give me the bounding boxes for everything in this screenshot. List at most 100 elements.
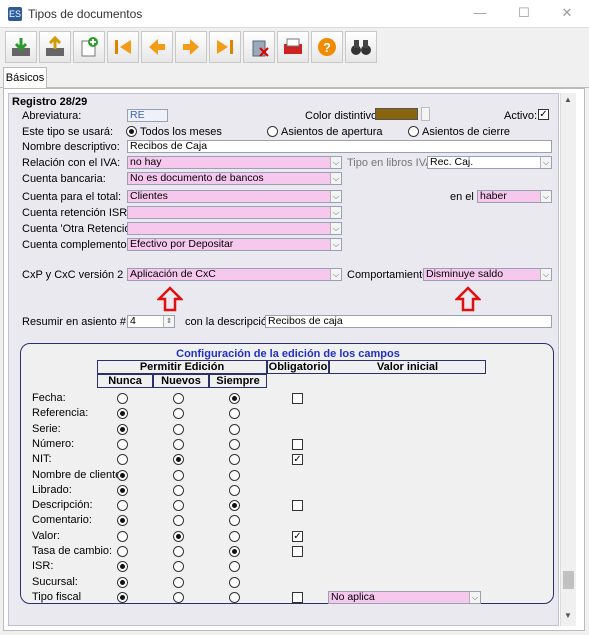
config-radio-siempre[interactable] [229,454,240,466]
config-radio-nuevos[interactable] [173,423,184,435]
help-button[interactable]: ? [311,31,343,63]
config-radio-siempre[interactable] [229,591,240,603]
config-radio-nuevos[interactable] [173,530,184,542]
obligatorio-checkbox[interactable] [292,591,303,603]
vertical-scrollbar[interactable]: ▲ ▼ [560,93,576,626]
delete-button[interactable] [243,31,275,63]
cxp-select[interactable]: Aplicación de CxC ⌵ [127,268,342,281]
spinner-icon[interactable]: ⇕ [163,316,174,327]
config-radio-nuevos[interactable] [173,484,184,496]
close-icon[interactable]: ✕ [559,5,575,21]
banco-value: No es documento de bancos [130,172,264,184]
last-button[interactable] [209,31,241,63]
config-radio-siempre[interactable] [229,576,240,588]
config-radio-nunca[interactable] [117,500,128,512]
config-radio-siempre[interactable] [229,408,240,420]
iva-select[interactable]: no hay ⌵ [127,156,342,169]
config-radio-nunca[interactable] [117,438,128,450]
total-select[interactable]: Clientes ⌵ [127,190,342,203]
obligatorio-checkbox[interactable] [292,546,303,557]
config-radio-nuevos[interactable] [173,561,184,573]
obligatorio-checkbox[interactable] [292,393,303,404]
config-radio-siempre[interactable] [229,561,240,573]
config-radio-siempre[interactable] [229,515,240,527]
config-radio-nuevos[interactable] [173,591,184,603]
config-radio-nuevos[interactable] [173,438,184,450]
config-radio-nunca[interactable] [117,546,128,557]
config-radio-nuevos[interactable] [173,576,184,588]
config-radio-nuevos[interactable] [173,515,184,527]
maximize-icon[interactable]: ☐ [516,5,532,21]
config-radio-siempre[interactable] [229,530,240,542]
config-row-label: ISR: [32,560,54,573]
save-button[interactable] [5,31,37,63]
print-button[interactable] [277,31,309,63]
scroll-up-icon[interactable]: ▲ [564,95,572,104]
complemento-select[interactable]: Efectivo por Depositar ⌵ [127,238,342,251]
config-row-label: Descripción: [32,499,93,512]
config-radio-nuevos[interactable] [173,469,184,481]
comp-select[interactable]: Disminuye saldo ⌵ [423,268,552,281]
config-radio-nuevos[interactable] [173,408,184,420]
config-radio-nunca[interactable] [117,484,128,496]
config-radio-nuevos[interactable] [173,454,184,466]
activo-checkbox[interactable]: ✓ [538,109,549,120]
banco-label: Cuenta bancaria: [22,173,106,185]
config-radio-nuevos[interactable] [173,393,184,404]
uso-cierre-radio[interactable] [408,126,419,137]
isr-select[interactable]: ⌵ [127,206,342,219]
obligatorio-checkbox[interactable] [292,500,303,512]
scroll-thumb[interactable] [563,571,574,589]
config-radio-nunca[interactable] [117,561,128,573]
previous-button[interactable] [141,31,173,63]
uso-label: Este tipo se usará: [22,126,114,138]
enel-select[interactable]: haber ⌵ [477,190,552,203]
tipo-fiscal-select[interactable]: No aplica ⌵ [328,590,481,604]
minimize-icon[interactable]: — [472,5,488,21]
resumir-spinner[interactable]: 4 ⇕ [127,315,175,328]
tipo-libros-select[interactable]: Rec. Caj. ⌵ [427,156,552,169]
config-radio-nuevos[interactable] [173,500,184,512]
color-picker-button[interactable] [421,107,430,121]
uso-todos-radio[interactable] [126,126,137,137]
otra-select[interactable]: ⌵ [127,222,342,235]
scroll-down-icon[interactable]: ▼ [564,611,572,620]
config-radio-nuevos[interactable] [173,546,184,557]
uso-apertura-radio[interactable] [267,126,278,137]
iva-label: Relación con el IVA: [22,157,121,169]
config-radio-siempre[interactable] [229,500,240,512]
first-button[interactable] [107,31,139,63]
config-radio-siempre[interactable] [229,438,240,450]
config-radio-siempre[interactable] [229,469,240,481]
banco-select[interactable]: No es documento de bancos ⌵ [127,172,342,185]
obligatorio-checkbox[interactable]: ✓ [292,454,303,466]
activo-label: Activo: [504,110,538,122]
config-radio-nunca[interactable] [117,591,128,603]
config-radio-nunca[interactable] [117,393,128,404]
export-button[interactable] [39,31,71,63]
config-radio-siempre[interactable] [229,484,240,496]
toolbar: ? [0,29,589,65]
abrev-field[interactable]: RE [127,109,168,122]
config-radio-nunca[interactable] [117,469,128,481]
siempre-header: Siempre [209,374,267,388]
obligatorio-checkbox[interactable]: ✓ [292,530,303,542]
config-radio-nunca[interactable] [117,530,128,542]
config-radio-nunca[interactable] [117,515,128,527]
color-swatch[interactable] [375,108,418,120]
config-radio-nunca[interactable] [117,423,128,435]
config-radio-siempre[interactable] [229,546,240,557]
enel-value: haber [480,190,507,202]
obligatorio-checkbox[interactable] [292,438,303,450]
tab-basicos[interactable]: Básicos [3,67,47,89]
desc-field[interactable]: Recibos de caja [265,315,552,328]
config-radio-nunca[interactable] [117,408,128,420]
search-button[interactable] [345,31,377,63]
config-radio-nunca[interactable] [117,454,128,466]
next-button[interactable] [175,31,207,63]
nombre-field[interactable]: Recibos de Caja [127,140,552,153]
config-radio-siempre[interactable] [229,423,240,435]
new-button[interactable] [73,31,105,63]
config-radio-nunca[interactable] [117,576,128,588]
config-radio-siempre[interactable] [229,393,240,404]
